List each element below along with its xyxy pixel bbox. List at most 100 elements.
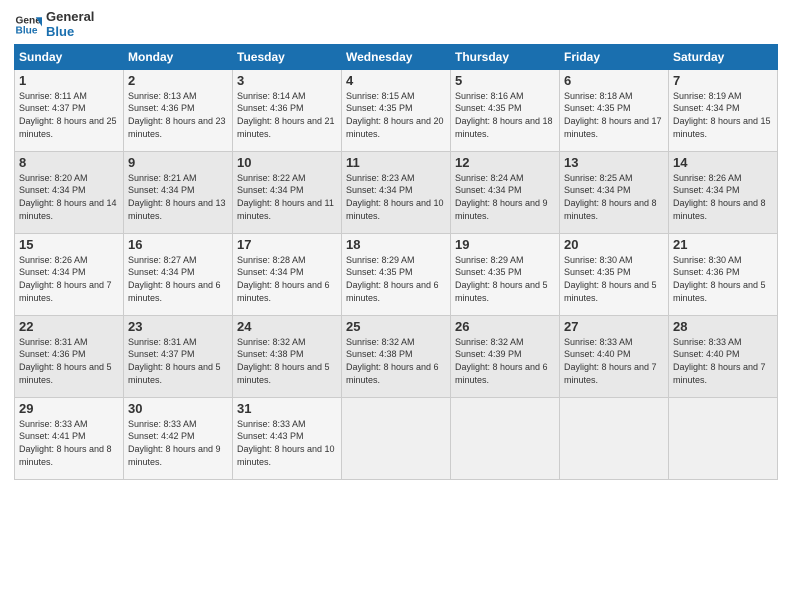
day-number: 10 <box>237 155 337 170</box>
cell-info: Sunrise: 8:33 AMSunset: 4:40 PMDaylight:… <box>564 337 657 385</box>
day-number: 31 <box>237 401 337 416</box>
col-header-wednesday: Wednesday <box>342 44 451 69</box>
day-number: 29 <box>19 401 119 416</box>
cell-info: Sunrise: 8:32 AMSunset: 4:38 PMDaylight:… <box>346 337 439 385</box>
calendar-cell: 1 Sunrise: 8:11 AMSunset: 4:37 PMDaylight… <box>15 69 124 151</box>
cell-info: Sunrise: 8:32 AMSunset: 4:39 PMDaylight:… <box>455 337 548 385</box>
col-header-friday: Friday <box>560 44 669 69</box>
calendar-cell: 16 Sunrise: 8:27 AMSunset: 4:34 PMDayligh… <box>124 233 233 315</box>
calendar-cell: 30Sunrise: 8:33 AMSunset: 4:42 PMDayligh… <box>124 397 233 479</box>
calendar-cell <box>342 397 451 479</box>
cell-info: Sunrise: 8:33 AMSunset: 4:41 PMDaylight:… <box>19 419 112 467</box>
calendar-cell: 10Sunrise: 8:22 AMSunset: 4:34 PMDayligh… <box>233 151 342 233</box>
day-number: 27 <box>564 319 664 334</box>
cell-info: Sunrise: 8:32 AMSunset: 4:38 PMDaylight:… <box>237 337 330 385</box>
calendar-table: SundayMondayTuesdayWednesdayThursdayFrid… <box>14 44 778 480</box>
cell-info: Sunrise: 8:30 AMSunset: 4:35 PMDaylight:… <box>564 255 657 303</box>
cell-info: Sunrise: 8:18 AMSunset: 4:35 PMDaylight:… <box>564 91 662 139</box>
day-number: 2 <box>128 73 228 88</box>
calendar-cell <box>560 397 669 479</box>
col-header-saturday: Saturday <box>669 44 778 69</box>
day-number: 20 <box>564 237 664 252</box>
cell-info: Sunrise: 8:33 AMSunset: 4:43 PMDaylight:… <box>237 419 335 467</box>
logo-text-blue: Blue <box>46 25 94 40</box>
cell-info: Sunrise: 8:24 AMSunset: 4:34 PMDaylight:… <box>455 173 548 221</box>
day-number: 3 <box>237 73 337 88</box>
cell-info: Sunrise: 8:14 AMSunset: 4:36 PMDaylight:… <box>237 91 335 139</box>
day-number: 15 <box>19 237 119 252</box>
cell-info: Sunrise: 8:27 AMSunset: 4:34 PMDaylight:… <box>128 255 221 303</box>
calendar-cell: 8Sunrise: 8:20 AMSunset: 4:34 PMDaylight… <box>15 151 124 233</box>
calendar-cell: 26Sunrise: 8:32 AMSunset: 4:39 PMDayligh… <box>451 315 560 397</box>
day-number: 21 <box>673 237 773 252</box>
day-number: 1 <box>19 73 119 88</box>
cell-info: Sunrise: 8:33 AMSunset: 4:42 PMDaylight:… <box>128 419 221 467</box>
calendar-cell: 29 Sunrise: 8:33 AMSunset: 4:41 PMDayligh… <box>15 397 124 479</box>
logo-text-general: General <box>46 10 94 25</box>
calendar-cell: 18Sunrise: 8:29 AMSunset: 4:35 PMDayligh… <box>342 233 451 315</box>
day-number: 6 <box>564 73 664 88</box>
day-number: 28 <box>673 319 773 334</box>
day-number: 19 <box>455 237 555 252</box>
day-number: 13 <box>564 155 664 170</box>
cell-info: Sunrise: 8:30 AMSunset: 4:36 PMDaylight:… <box>673 255 766 303</box>
header: General Blue General Blue <box>14 10 778 40</box>
day-number: 16 <box>128 237 228 252</box>
calendar-cell: 22 Sunrise: 8:31 AMSunset: 4:36 PMDayligh… <box>15 315 124 397</box>
calendar-cell: 20 Sunrise: 8:30 AMSunset: 4:35 PMDayligh… <box>560 233 669 315</box>
day-number: 23 <box>128 319 228 334</box>
calendar-cell: 25 Sunrise: 8:32 AMSunset: 4:38 PMDayligh… <box>342 315 451 397</box>
calendar-cell: 14Sunrise: 8:26 AMSunset: 4:34 PMDayligh… <box>669 151 778 233</box>
calendar-cell: 19Sunrise: 8:29 AMSunset: 4:35 PMDayligh… <box>451 233 560 315</box>
header-row: SundayMondayTuesdayWednesdayThursdayFrid… <box>15 44 778 69</box>
col-header-thursday: Thursday <box>451 44 560 69</box>
cell-info: Sunrise: 8:11 AMSunset: 4:37 PMDaylight:… <box>19 91 117 139</box>
day-number: 4 <box>346 73 446 88</box>
calendar-cell: 12 Sunrise: 8:24 AMSunset: 4:34 PMDayligh… <box>451 151 560 233</box>
calendar-cell: 9Sunrise: 8:21 AMSunset: 4:34 PMDaylight… <box>124 151 233 233</box>
calendar-cell <box>451 397 560 479</box>
cell-info: Sunrise: 8:19 AMSunset: 4:34 PMDaylight:… <box>673 91 771 139</box>
cell-info: Sunrise: 8:26 AMSunset: 4:34 PMDaylight:… <box>19 255 112 303</box>
cell-info: Sunrise: 8:33 AMSunset: 4:40 PMDaylight:… <box>673 337 766 385</box>
day-number: 24 <box>237 319 337 334</box>
day-number: 5 <box>455 73 555 88</box>
week-row-5: 29 Sunrise: 8:33 AMSunset: 4:41 PMDayligh… <box>15 397 778 479</box>
main-container: General Blue General Blue SundayMondayTu… <box>0 0 792 488</box>
week-row-3: 15 Sunrise: 8:26 AMSunset: 4:34 PMDayligh… <box>15 233 778 315</box>
day-number: 14 <box>673 155 773 170</box>
calendar-cell <box>669 397 778 479</box>
calendar-cell: 24 Sunrise: 8:32 AMSunset: 4:38 PMDayligh… <box>233 315 342 397</box>
day-number: 9 <box>128 155 228 170</box>
cell-info: Sunrise: 8:29 AMSunset: 4:35 PMDaylight:… <box>346 255 439 303</box>
day-number: 7 <box>673 73 773 88</box>
calendar-cell: 13 Sunrise: 8:25 AMSunset: 4:34 PMDayligh… <box>560 151 669 233</box>
day-number: 25 <box>346 319 446 334</box>
calendar-cell: 3 Sunrise: 8:14 AMSunset: 4:36 PMDaylight… <box>233 69 342 151</box>
calendar-cell: 23 Sunrise: 8:31 AMSunset: 4:37 PMDayligh… <box>124 315 233 397</box>
calendar-cell: 15 Sunrise: 8:26 AMSunset: 4:34 PMDayligh… <box>15 233 124 315</box>
cell-info: Sunrise: 8:20 AMSunset: 4:34 PMDaylight:… <box>19 173 117 221</box>
col-header-tuesday: Tuesday <box>233 44 342 69</box>
calendar-cell: 4 Sunrise: 8:15 AMSunset: 4:35 PMDaylight… <box>342 69 451 151</box>
cell-info: Sunrise: 8:16 AMSunset: 4:35 PMDaylight:… <box>455 91 553 139</box>
day-number: 17 <box>237 237 337 252</box>
calendar-cell: 17Sunrise: 8:28 AMSunset: 4:34 PMDayligh… <box>233 233 342 315</box>
cell-info: Sunrise: 8:31 AMSunset: 4:37 PMDaylight:… <box>128 337 221 385</box>
calendar-cell: 11Sunrise: 8:23 AMSunset: 4:34 PMDayligh… <box>342 151 451 233</box>
week-row-1: 1 Sunrise: 8:11 AMSunset: 4:37 PMDaylight… <box>15 69 778 151</box>
logo: General Blue General Blue <box>14 10 94 40</box>
logo-icon: General Blue <box>14 11 42 39</box>
calendar-cell: 27 Sunrise: 8:33 AMSunset: 4:40 PMDayligh… <box>560 315 669 397</box>
day-number: 12 <box>455 155 555 170</box>
cell-info: Sunrise: 8:15 AMSunset: 4:35 PMDaylight:… <box>346 91 444 139</box>
week-row-2: 8Sunrise: 8:20 AMSunset: 4:34 PMDaylight… <box>15 151 778 233</box>
calendar-cell: 28 Sunrise: 8:33 AMSunset: 4:40 PMDayligh… <box>669 315 778 397</box>
day-number: 22 <box>19 319 119 334</box>
col-header-sunday: Sunday <box>15 44 124 69</box>
svg-text:Blue: Blue <box>16 25 38 36</box>
calendar-cell: 2Sunrise: 8:13 AMSunset: 4:36 PMDaylight… <box>124 69 233 151</box>
calendar-cell: 31 Sunrise: 8:33 AMSunset: 4:43 PMDayligh… <box>233 397 342 479</box>
cell-info: Sunrise: 8:31 AMSunset: 4:36 PMDaylight:… <box>19 337 112 385</box>
cell-info: Sunrise: 8:25 AMSunset: 4:34 PMDaylight:… <box>564 173 657 221</box>
